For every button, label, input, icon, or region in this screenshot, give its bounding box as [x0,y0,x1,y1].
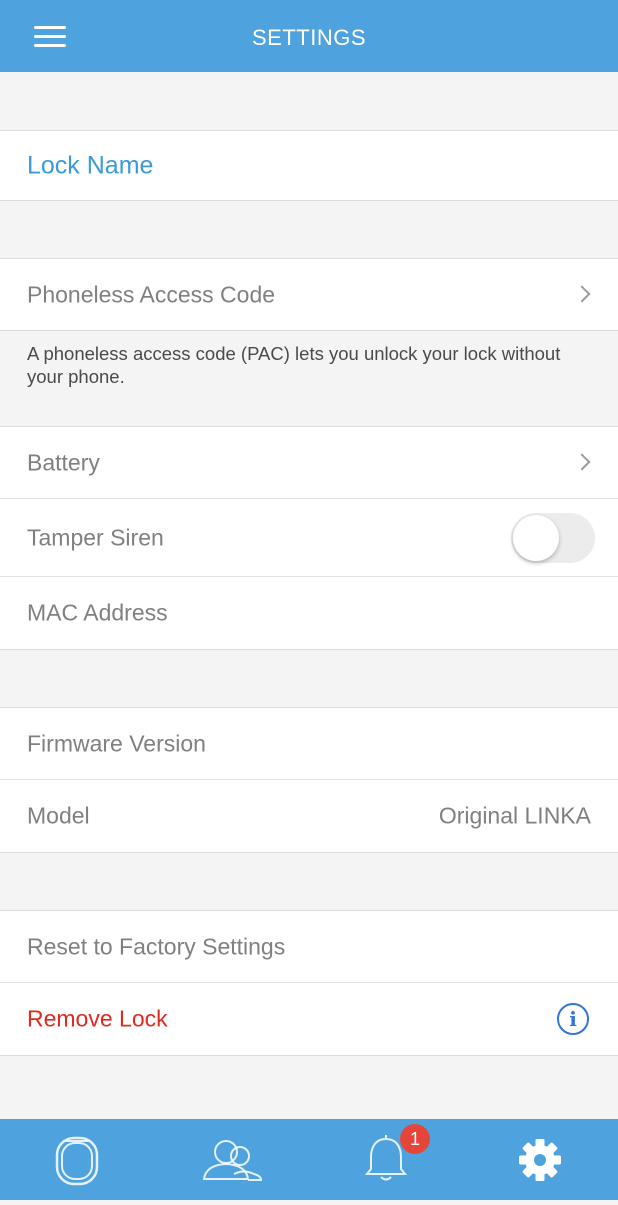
pac-row[interactable]: Phoneless Access Code [0,259,618,330]
bottom-tab-bar: 1 [0,1119,618,1200]
reset-factory-row[interactable]: Reset to Factory Settings [0,911,618,983]
mac-address-label: MAC Address [27,599,168,626]
remove-lock-row[interactable]: Remove Lock i [0,983,618,1055]
battery-label: Battery [27,449,100,475]
firmware-label: Firmware Version [27,730,206,756]
chevron-right-icon [573,285,591,302]
pac-label: Phoneless Access Code [27,281,276,307]
firmware-row: Firmware Version [0,708,618,780]
tab-settings[interactable] [490,1119,590,1200]
info-group: Firmware Version Model Original LINKA [0,707,618,853]
tab-notifications[interactable]: 1 [336,1119,436,1200]
lock-name-group: Lock Name [0,130,618,201]
tamper-siren-toggle[interactable] [511,512,595,563]
gear-icon [519,1139,561,1181]
danger-group: Reset to Factory Settings Remove Lock i [0,910,618,1056]
mac-address-row: MAC Address [0,577,618,649]
notification-badge: 1 [400,1124,430,1154]
tab-users[interactable] [182,1119,282,1200]
reset-factory-label: Reset to Factory Settings [27,933,286,959]
model-row: Model Original LINKA [0,780,618,852]
battery-row[interactable]: Battery [0,427,618,499]
model-label: Model [27,802,90,829]
lock-icon [55,1136,99,1186]
tamper-siren-row: Tamper Siren [0,499,618,577]
remove-lock-label: Remove Lock [27,1005,168,1032]
chevron-right-icon [573,453,591,470]
device-group: Battery Tamper Siren MAC Address [0,426,618,650]
page-title: SETTINGS [251,25,366,50]
lock-name-row[interactable]: Lock Name [0,131,618,200]
pac-description: A phoneless access code (PAC) lets you u… [27,343,561,387]
pac-group: Phoneless Access Code [0,258,618,331]
info-icon[interactable]: i [557,1003,589,1035]
header-bar: SETTINGS [0,0,618,72]
toggle-knob [513,514,559,561]
users-icon [202,1140,263,1181]
tamper-siren-label: Tamper Siren [27,524,164,550]
model-value: Original LINKA [438,802,591,829]
tab-lock[interactable] [27,1119,127,1200]
lock-name-label: Lock Name [27,151,154,179]
